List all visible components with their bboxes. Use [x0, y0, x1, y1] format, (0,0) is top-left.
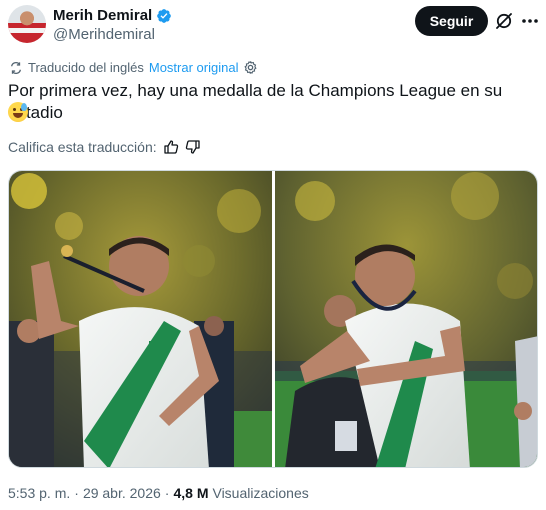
- views-count: 4,8 M: [173, 485, 209, 501]
- tweet-meta: 5:53 p. m. · 29 abr. 2026 · 4,8 M Visual…: [8, 485, 309, 501]
- tweet-time[interactable]: 5:53 p. m.: [8, 485, 70, 501]
- photo-2-image: [275, 171, 537, 467]
- gear-icon[interactable]: [243, 60, 258, 75]
- author-handle[interactable]: @Merihdemiral: [53, 26, 155, 43]
- verified-badge-icon: [157, 8, 172, 23]
- media-grid: [8, 170, 538, 468]
- tweet-header: Merih Demiral @Merihdemiral Seguir: [0, 0, 546, 56]
- grok-icon[interactable]: [494, 11, 514, 31]
- more-icon[interactable]: [520, 11, 540, 31]
- follow-button[interactable]: Seguir: [415, 6, 488, 36]
- author-name-row: Merih Demiral: [53, 7, 172, 24]
- rate-translation-label: Califica esta traducción:: [8, 139, 157, 155]
- views-label: Visualizaciones: [212, 485, 309, 501]
- translated-label: Traducido del inglés: [28, 60, 144, 75]
- thumbs-down-icon[interactable]: [185, 139, 201, 155]
- photo-1-image: [9, 171, 272, 467]
- photo-1[interactable]: [9, 171, 272, 467]
- tweet-date[interactable]: 29 abr. 2026: [83, 485, 161, 501]
- rate-translation-row: Califica esta traducción:: [8, 139, 201, 155]
- photo-2[interactable]: [275, 171, 537, 467]
- sweat-smile-emoji-icon: [8, 102, 28, 122]
- meta-separator: ·: [74, 485, 79, 501]
- show-original-link[interactable]: Mostrar original: [149, 60, 239, 75]
- avatar[interactable]: [8, 5, 46, 43]
- thumbs-up-icon[interactable]: [163, 139, 179, 155]
- meta-separator: ·: [164, 485, 170, 501]
- translate-icon: [10, 61, 22, 74]
- translation-notice: Traducido del inglés Mostrar original: [9, 60, 258, 75]
- display-name[interactable]: Merih Demiral: [53, 7, 152, 24]
- tweet-text: Por primera vez, hay una medalla de la C…: [8, 81, 503, 122]
